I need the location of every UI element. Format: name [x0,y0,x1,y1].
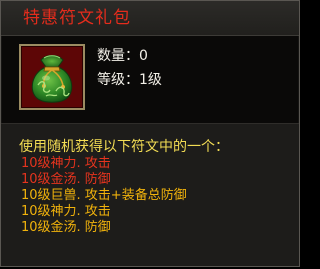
tooltip-header: 特惠符文礼包 [1,1,299,36]
rune-option: 10级神力. 攻击 [21,204,111,219]
rune-option: 10级巨兽. 攻击+装备总防御 [21,188,187,203]
rune-list: 10级神力. 攻击 10级金汤. 防御 10级巨兽. 攻击+装备总防御 10级神… [21,156,187,236]
item-quantity: 数量：0 [97,48,148,64]
description-heading: 使用随机获得以下符文中的一个： [19,139,229,155]
rune-option: 10级金汤. 防御 [21,220,111,235]
item-title: 特惠符文礼包 [23,8,131,28]
item-tooltip: 特惠符文礼包 数量：0 等级：1级 使用随机获得以下符文中的一个： 10级神力.… [0,0,300,267]
item-description: 使用随机获得以下符文中的一个： 10级神力. 攻击 10级金汤. 防御 10级巨… [1,123,299,266]
item-level: 等级：1级 [97,72,162,88]
item-icon-slot[interactable] [19,44,85,110]
rune-option: 10级金汤. 防御 [21,172,111,187]
rune-option: 10级神力. 攻击 [21,156,111,171]
money-bag-icon [31,55,73,103]
